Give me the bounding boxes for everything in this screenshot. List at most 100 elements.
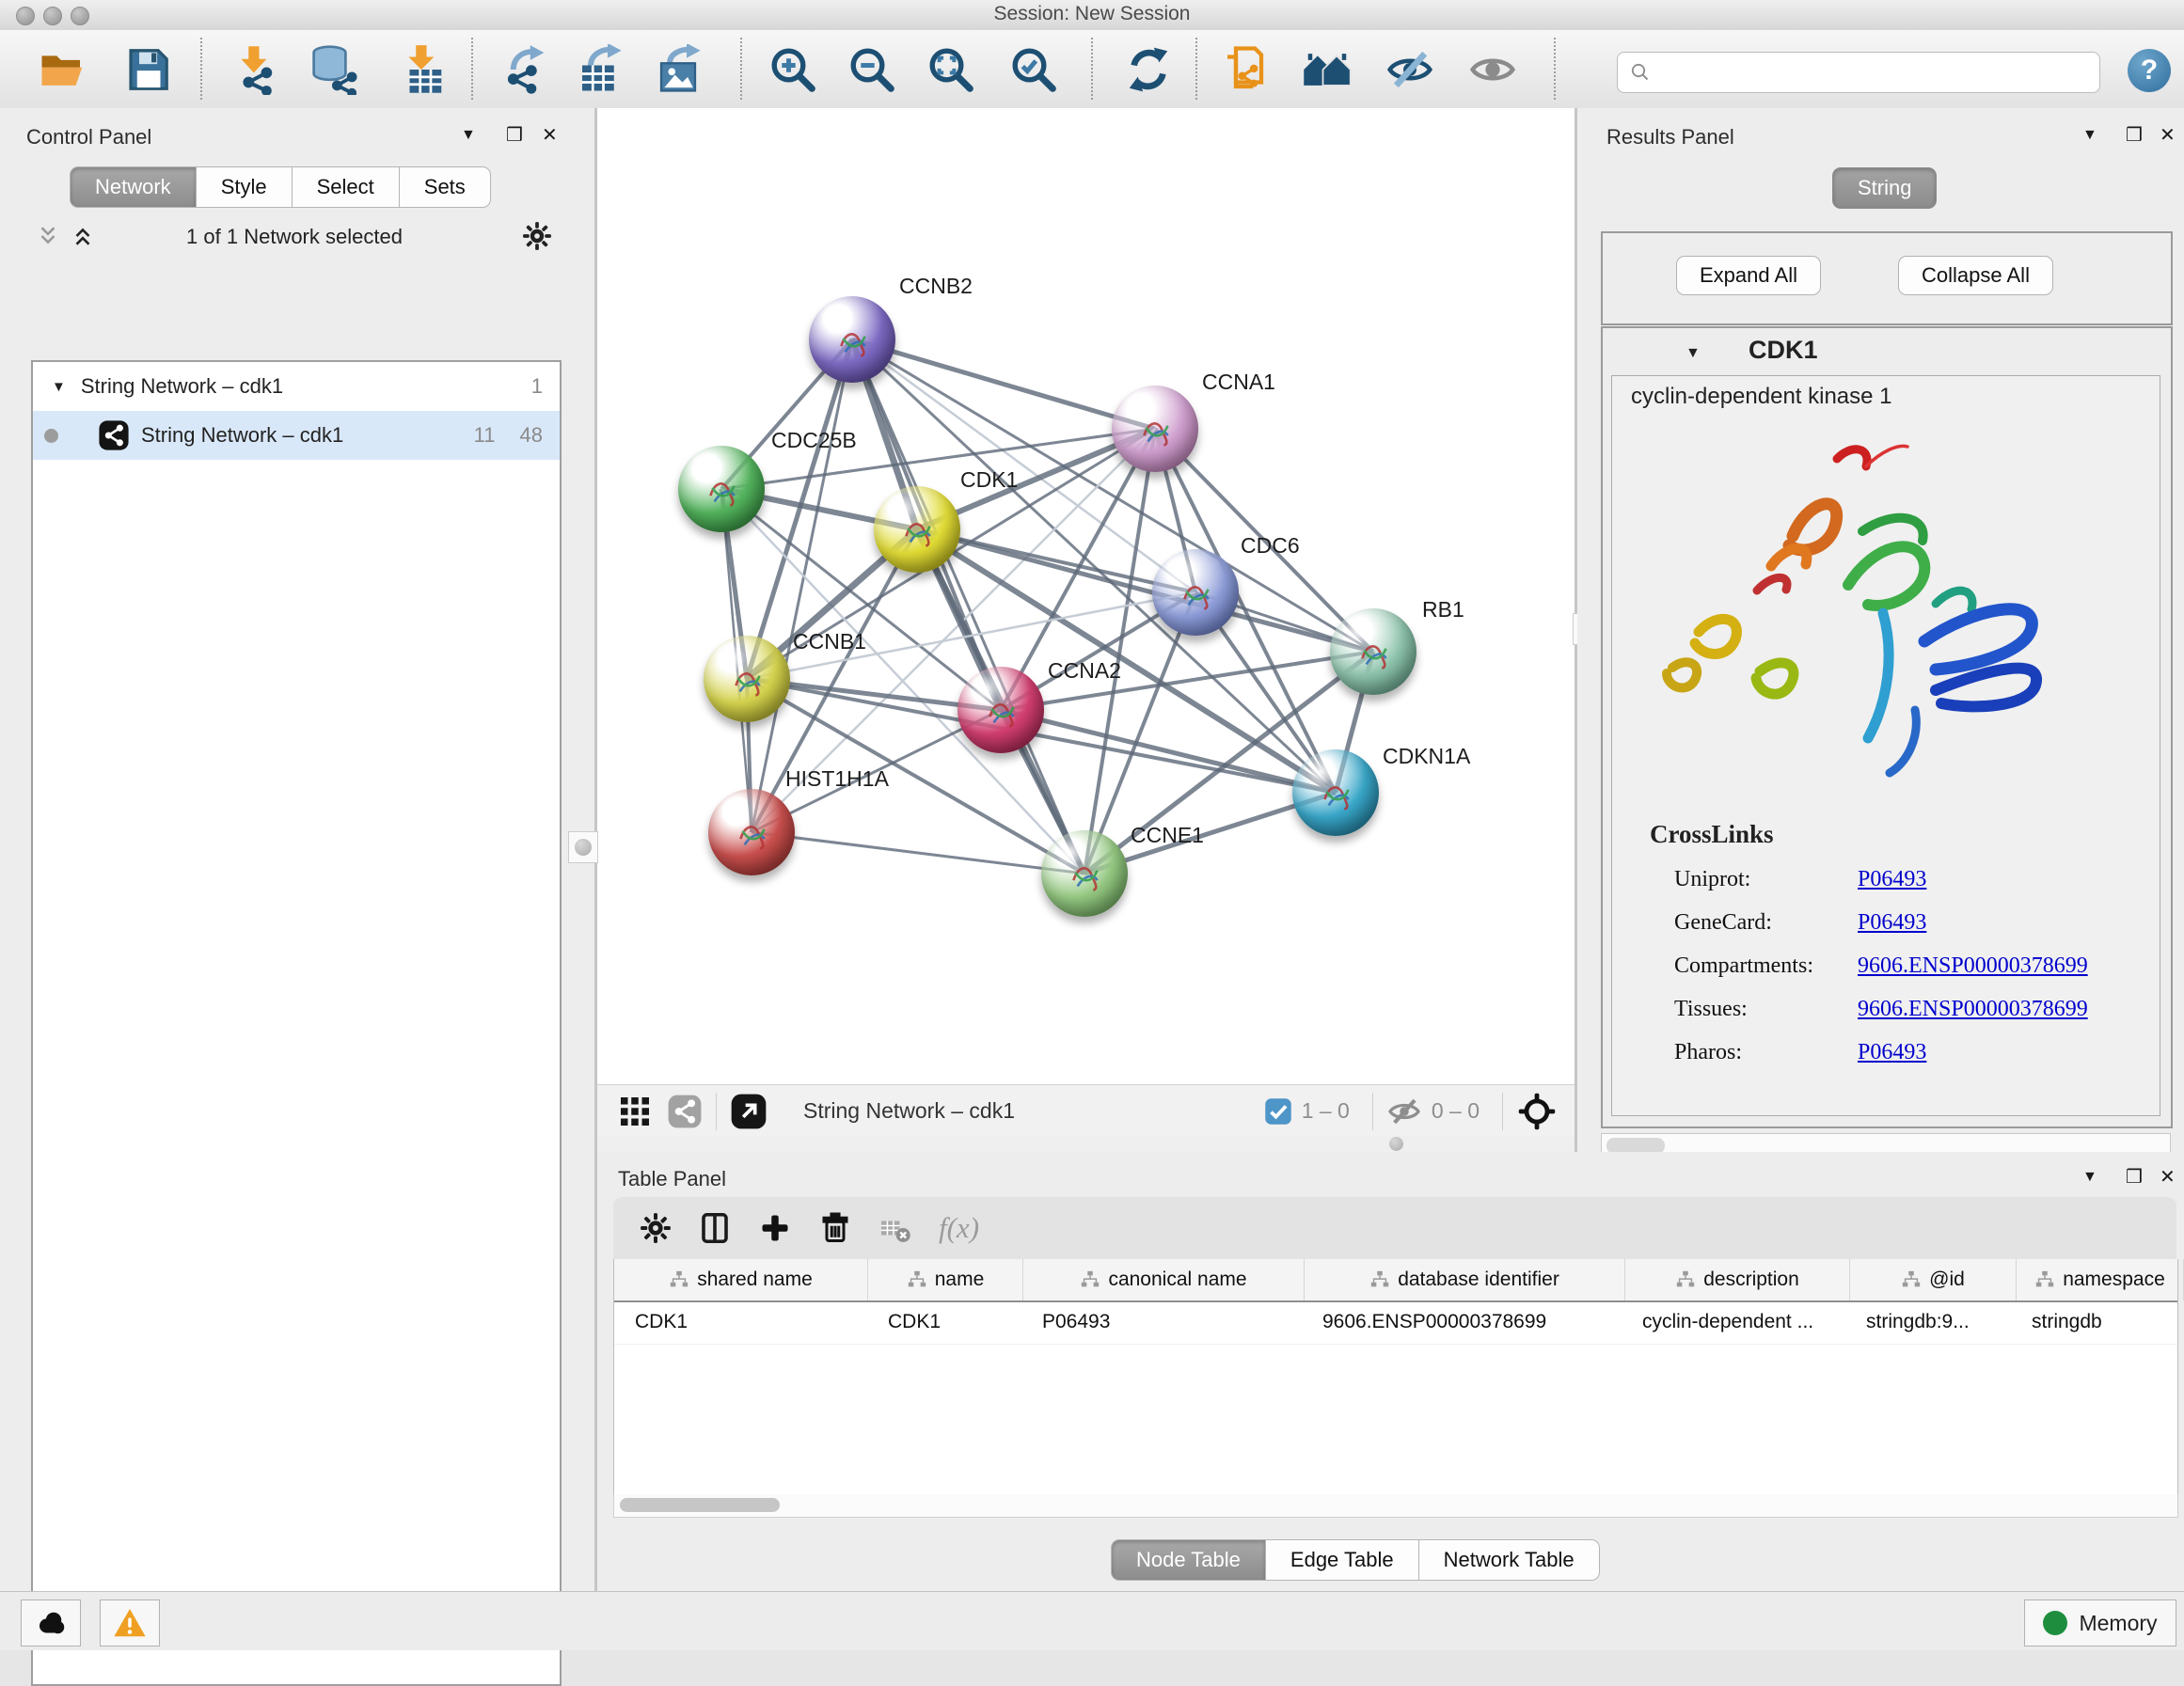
table-hscrollbar-thumb[interactable] bbox=[620, 1498, 780, 1512]
cloud-status-button[interactable] bbox=[21, 1599, 81, 1647]
function-builder-icon[interactable]: f(x) bbox=[939, 1211, 979, 1245]
tab-string[interactable]: String bbox=[1832, 167, 1937, 209]
search-input[interactable] bbox=[1652, 61, 2060, 85]
duplicate-network-icon[interactable] bbox=[1217, 42, 1272, 97]
network-collection-row[interactable]: ▼ String Network – cdk1 1 bbox=[33, 362, 560, 411]
create-column-plus-icon[interactable] bbox=[758, 1211, 792, 1245]
results-panel-maximize-icon[interactable]: ❒ bbox=[2126, 123, 2143, 147]
crosslink-link[interactable]: P06493 bbox=[1858, 867, 1926, 892]
tab-node-table[interactable]: Node Table bbox=[1111, 1539, 1266, 1581]
selected-checkbox-icon[interactable] bbox=[1264, 1097, 1292, 1126]
control-panel-float-icon[interactable]: ▼ bbox=[461, 127, 476, 144]
network-node-cdc25b[interactable] bbox=[678, 446, 765, 532]
export-table-icon[interactable] bbox=[572, 42, 626, 97]
network-node-ccne1[interactable] bbox=[1041, 830, 1128, 917]
table-panel-close-icon[interactable]: ✕ bbox=[2160, 1165, 2176, 1189]
import-table-icon[interactable] bbox=[395, 42, 450, 97]
help-icon[interactable]: ? bbox=[2128, 49, 2171, 92]
table-panel-float-icon[interactable]: ▼ bbox=[2082, 1169, 2097, 1186]
tab-network[interactable]: Network bbox=[70, 166, 197, 208]
network-share-badge-icon[interactable] bbox=[667, 1094, 703, 1129]
toolbar-separator bbox=[716, 1093, 717, 1130]
grid-view-icon[interactable] bbox=[618, 1095, 652, 1128]
table-row[interactable]: CDK1CDK1P064939606.ENSP00000378699cyclin… bbox=[614, 1302, 2177, 1345]
horizontal-splitter-handle[interactable] bbox=[1389, 1137, 1403, 1151]
tab-network-table[interactable]: Network Table bbox=[1419, 1539, 1600, 1581]
tab-sets[interactable]: Sets bbox=[400, 166, 491, 208]
column-header-name[interactable]: name bbox=[868, 1259, 1023, 1300]
zoom-selected-icon[interactable] bbox=[1006, 42, 1061, 97]
birdseye-view-icon[interactable] bbox=[730, 1093, 768, 1130]
network-node-rb1[interactable] bbox=[1330, 608, 1416, 695]
table-cell[interactable]: stringdb bbox=[2011, 1302, 2177, 1344]
refresh-icon[interactable] bbox=[1121, 42, 1176, 97]
column-header-databaseidentifier[interactable]: database identifier bbox=[1305, 1259, 1625, 1300]
memory-button[interactable]: Memory bbox=[2024, 1599, 2176, 1647]
zoom-fit-icon[interactable] bbox=[924, 42, 978, 97]
tab-edge-table[interactable]: Edge Table bbox=[1266, 1539, 1419, 1581]
crosslink-link[interactable]: P06493 bbox=[1858, 910, 1926, 936]
warning-button[interactable] bbox=[100, 1599, 160, 1647]
expand-collapse-bar: Expand All Collapse All bbox=[1601, 231, 2173, 325]
network-row-selected[interactable]: String Network – cdk1 11 48 bbox=[33, 411, 560, 460]
network-node-cdkn1a[interactable] bbox=[1292, 749, 1379, 836]
network-node-ccna2[interactable] bbox=[957, 667, 1044, 753]
results-panel-close-icon[interactable]: ✕ bbox=[2160, 123, 2176, 147]
export-image-icon[interactable] bbox=[651, 42, 705, 97]
control-panel-close-icon[interactable]: ✕ bbox=[542, 123, 558, 147]
center-view-crosshair-icon[interactable] bbox=[1516, 1091, 1558, 1132]
collapse-all-button[interactable]: Collapse All bbox=[1898, 256, 2053, 295]
export-network-icon[interactable] bbox=[497, 42, 551, 97]
table-cell[interactable]: CDK1 bbox=[614, 1302, 867, 1344]
table-gear-icon[interactable] bbox=[640, 1212, 672, 1244]
save-session-icon[interactable] bbox=[120, 42, 175, 97]
table-hscrollbar[interactable] bbox=[613, 1494, 2178, 1518]
column-header-id[interactable]: @id bbox=[1850, 1259, 2017, 1300]
network-node-cdk1[interactable] bbox=[874, 486, 960, 573]
crosslink-link[interactable]: 9606.ENSP00000378699 bbox=[1858, 953, 2088, 979]
network-node-hist1h1a[interactable] bbox=[708, 789, 795, 875]
column-header-namespace[interactable]: namespace bbox=[2017, 1259, 2184, 1300]
network-node-ccnb1[interactable] bbox=[704, 636, 790, 722]
horizontal-splitter[interactable] bbox=[597, 1136, 1575, 1152]
open-file-icon[interactable] bbox=[36, 42, 90, 97]
expand-all-button[interactable]: Expand All bbox=[1676, 256, 1821, 295]
network-node-cdc6[interactable] bbox=[1152, 549, 1239, 636]
left-splitter-handle[interactable] bbox=[568, 831, 598, 863]
hide-selected-eye-icon[interactable] bbox=[1383, 42, 1437, 97]
node-label-ccne1: CCNE1 bbox=[1131, 823, 1204, 848]
show-all-eye-icon[interactable] bbox=[1465, 42, 1520, 97]
table-cell[interactable]: CDK1 bbox=[867, 1302, 1021, 1344]
delete-table-icon[interactable] bbox=[878, 1211, 912, 1245]
network-node-ccna1[interactable] bbox=[1112, 386, 1198, 472]
collection-expand-triangle-icon[interactable]: ▼ bbox=[52, 379, 66, 395]
table-cell[interactable]: P06493 bbox=[1021, 1302, 1302, 1344]
table-cell[interactable]: cyclin-dependent ... bbox=[1622, 1302, 1845, 1344]
table-panel-maximize-icon[interactable]: ❒ bbox=[2126, 1165, 2143, 1189]
import-network-file-icon[interactable] bbox=[228, 42, 282, 97]
column-header-canonicalname[interactable]: canonical name bbox=[1023, 1259, 1305, 1300]
table-cell[interactable]: 9606.ENSP00000378699 bbox=[1302, 1302, 1622, 1344]
zoom-out-icon[interactable] bbox=[845, 42, 899, 97]
hidden-eye-slash-icon[interactable] bbox=[1386, 1094, 1422, 1129]
gene-description: cyclin-dependent kinase 1 bbox=[1631, 384, 1892, 410]
crosslink-link[interactable]: 9606.ENSP00000378699 bbox=[1858, 997, 2088, 1022]
table-cell[interactable]: stringdb:9... bbox=[1845, 1302, 2011, 1344]
zoom-in-icon[interactable] bbox=[766, 42, 820, 97]
crosslink-link[interactable]: P06493 bbox=[1858, 1040, 1926, 1065]
network-tree: ▼ String Network – cdk1 1 String Network… bbox=[31, 360, 562, 1686]
results-panel-float-icon[interactable]: ▼ bbox=[2082, 127, 2097, 144]
network-view-canvas[interactable]: CCNB2CCNA1CDC25BCDK1CDC6RB1CCNB1CCNA2CDK… bbox=[597, 108, 1575, 1084]
import-network-database-icon[interactable] bbox=[307, 42, 361, 97]
delete-column-trash-icon[interactable] bbox=[818, 1211, 852, 1245]
network-node-ccnb2[interactable] bbox=[809, 296, 895, 383]
gene-expand-triangle-icon[interactable]: ▼ bbox=[1685, 345, 1701, 362]
tab-style[interactable]: Style bbox=[197, 166, 293, 208]
control-panel-maximize-icon[interactable]: ❒ bbox=[506, 123, 523, 147]
column-header-description[interactable]: description bbox=[1625, 1259, 1850, 1300]
first-neighbors-houses-icon[interactable] bbox=[1300, 42, 1354, 97]
network-options-gear-icon[interactable] bbox=[522, 221, 552, 251]
show-columns-icon[interactable] bbox=[698, 1211, 732, 1245]
column-header-sharedname[interactable]: shared name bbox=[614, 1259, 868, 1300]
tab-select[interactable]: Select bbox=[293, 166, 400, 208]
